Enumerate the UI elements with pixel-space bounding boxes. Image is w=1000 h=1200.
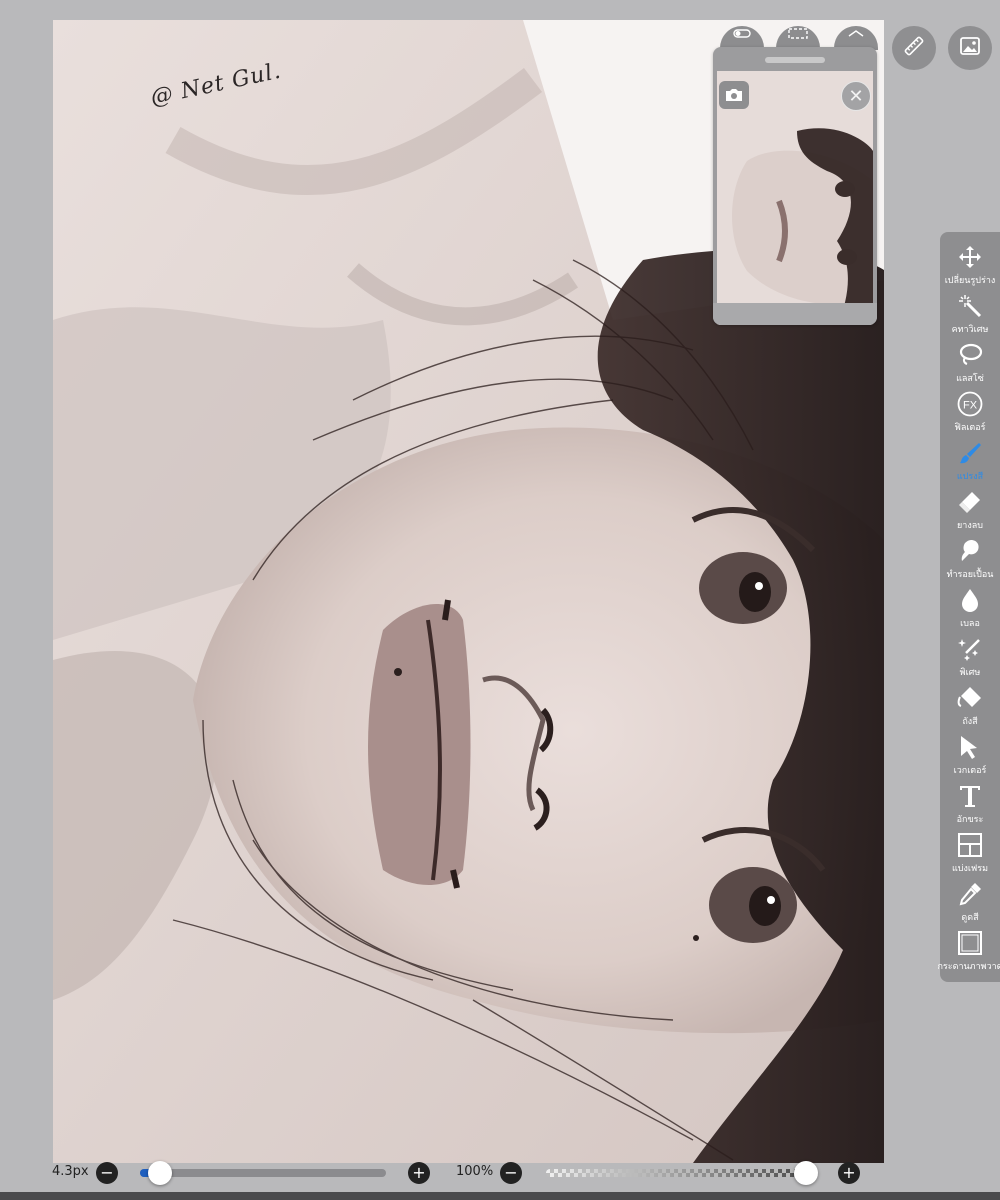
toggle-icon (733, 29, 751, 38)
vector-cursor-icon (956, 733, 984, 761)
plus-icon: + (412, 1163, 426, 1182)
image-icon (958, 34, 982, 62)
lasso-icon (956, 341, 984, 369)
preview-drag-handle[interactable] (765, 57, 825, 63)
tool-vector[interactable]: เวกเตอร์ (940, 730, 1000, 780)
eraser-icon (956, 488, 984, 516)
tool-special[interactable]: พิเศษ (940, 632, 1000, 682)
preview-close-button[interactable]: ✕ (841, 81, 871, 111)
blur-drop-icon (956, 586, 984, 614)
special-effect-icon (956, 635, 984, 663)
opacity-decrease-button[interactable]: − (500, 1162, 522, 1184)
tool-eraser[interactable]: ยางลบ (940, 485, 1000, 535)
ruler-icon (902, 34, 926, 62)
tool-blur[interactable]: เบลอ (940, 583, 1000, 633)
minus-icon: − (100, 1163, 114, 1182)
fx-icon: FX (956, 390, 984, 418)
bottom-edge (0, 1192, 1000, 1200)
brush-size-increase-button[interactable]: + (408, 1162, 430, 1184)
brush-size-decrease-button[interactable]: − (96, 1162, 118, 1184)
preview-camera-button[interactable] (719, 81, 749, 109)
brush-icon (956, 439, 984, 467)
tool-paint-bucket[interactable]: ถังสี (940, 681, 1000, 731)
opacity-knob[interactable] (794, 1161, 818, 1185)
tool-text[interactable]: อักขระ (940, 779, 1000, 829)
canvas-icon (956, 929, 984, 957)
camera-icon (726, 89, 742, 101)
eyedropper-icon (956, 880, 984, 908)
opacity-increase-button[interactable]: + (838, 1162, 860, 1184)
preview-footer (713, 303, 877, 325)
opacity-readout: 100% (456, 1164, 494, 1179)
brush-size-readout: 4.3px (52, 1164, 89, 1179)
plus-icon: + (842, 1163, 856, 1182)
tool-lasso[interactable]: แลสโซ่ (940, 338, 1000, 388)
reference-preview-panel[interactable]: ✕ (713, 47, 877, 325)
gallery-button[interactable] (948, 26, 992, 70)
brush-size-slider[interactable] (140, 1169, 386, 1177)
tool-eyedropper[interactable]: ดูดสี (940, 877, 1000, 927)
frame-divider-icon (956, 831, 984, 859)
tool-palette: เปลี่ยนรูปร่าง คทาวิเศษ แลสโซ่ FX ฟิลเตอ… (937, 232, 1000, 982)
tool-filter[interactable]: FX ฟิลเตอร์ (940, 387, 1000, 437)
frame-dashed-icon (788, 28, 808, 39)
magic-wand-icon (956, 292, 984, 320)
smudge-icon (956, 537, 984, 565)
text-icon (956, 782, 984, 810)
brush-size-knob[interactable] (148, 1161, 173, 1185)
paint-bucket-icon (956, 684, 984, 712)
bottom-controls: 4.3px − + 100% − + (0, 1160, 1000, 1188)
close-icon: ✕ (848, 85, 864, 107)
tool-frame-divider[interactable]: แบ่งเฟรม (940, 828, 1000, 878)
layers-icon (848, 30, 864, 37)
tool-canvas[interactable]: กระดานภาพวาด (937, 926, 1000, 976)
tool-magic-wand[interactable]: คทาวิเศษ (940, 289, 1000, 339)
tool-smudge[interactable]: ทำรอยเปื้อน (940, 534, 1000, 584)
ruler-button[interactable] (892, 26, 936, 70)
tool-transform[interactable]: เปลี่ยนรูปร่าง (940, 240, 1000, 290)
svg-text:FX: FX (963, 400, 978, 412)
move-arrows-icon (956, 243, 984, 271)
tool-brush[interactable]: แปรงสี (940, 436, 1000, 486)
opacity-slider[interactable] (546, 1169, 818, 1177)
minus-icon: − (504, 1163, 518, 1182)
